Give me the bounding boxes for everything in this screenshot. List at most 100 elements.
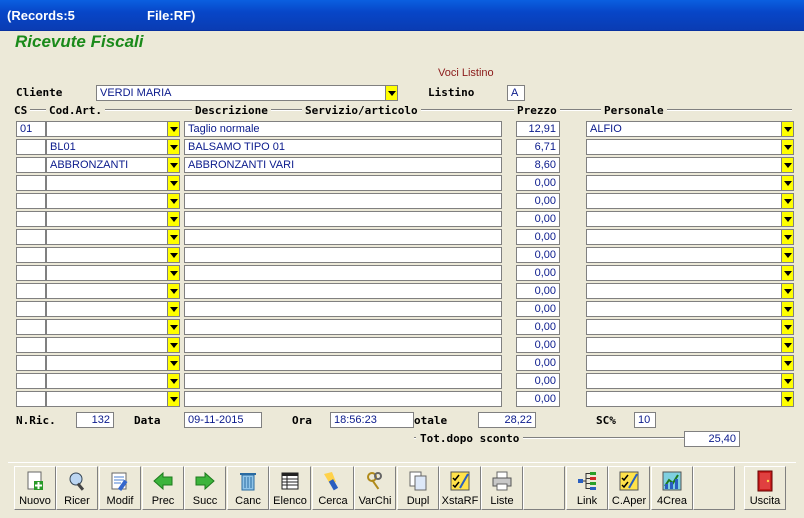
row-cod-field[interactable] <box>46 355 168 371</box>
row-cs-field[interactable] <box>16 265 46 281</box>
row-pers-dropdown[interactable] <box>781 229 794 245</box>
row-cs-field[interactable] <box>16 283 46 299</box>
row-cod-field[interactable] <box>46 265 168 281</box>
tot-dopo-field[interactable]: 25,40 <box>684 431 740 447</box>
row-cod-field[interactable] <box>46 175 168 191</box>
4crea-button[interactable]: 4Crea <box>651 466 693 510</box>
row-prezzo-field[interactable]: 12,91 <box>516 121 560 137</box>
row-cs-field[interactable] <box>16 337 46 353</box>
row-pers-dropdown[interactable] <box>781 121 794 137</box>
row-prezzo-field[interactable]: 0,00 <box>516 391 560 407</box>
title-bar[interactable]: (Records:5 File:RF) <box>0 0 804 31</box>
uscita-button[interactable]: Uscita <box>744 466 786 510</box>
row-cs-field[interactable] <box>16 175 46 191</box>
row-cs-field[interactable] <box>16 157 46 173</box>
row-pers-field[interactable] <box>586 283 782 299</box>
nric-field[interactable]: 132 <box>76 412 114 428</box>
row-cod-dropdown[interactable] <box>167 121 180 137</box>
row-pers-field[interactable] <box>586 247 782 263</box>
row-cod-field[interactable]: BL01 <box>46 139 168 155</box>
row-cod-dropdown[interactable] <box>167 355 180 371</box>
row-pers-dropdown[interactable] <box>781 283 794 299</box>
row-desc-field[interactable]: ABBRONZANTI VARI <box>184 157 502 173</box>
row-pers-dropdown[interactable] <box>781 193 794 209</box>
row-cod-field[interactable] <box>46 337 168 353</box>
row-prezzo-field[interactable]: 0,00 <box>516 229 560 245</box>
row-cs-field[interactable] <box>16 229 46 245</box>
row-cod-dropdown[interactable] <box>167 391 180 407</box>
ricer-button[interactable]: Ricer <box>56 466 98 510</box>
row-cod-field[interactable] <box>46 121 168 137</box>
row-prezzo-field[interactable]: 0,00 <box>516 373 560 389</box>
varchi-button[interactable]: VarChi <box>354 466 396 510</box>
row-prezzo-field[interactable]: 6,71 <box>516 139 560 155</box>
link-button[interactable]: Link <box>566 466 608 510</box>
row-desc-field[interactable]: BALSAMO TIPO 01 <box>184 139 502 155</box>
row-cod-field[interactable] <box>46 301 168 317</box>
row-desc-field[interactable] <box>184 193 502 209</box>
row-desc-field[interactable] <box>184 229 502 245</box>
row-pers-field[interactable] <box>586 319 782 335</box>
row-desc-field[interactable] <box>184 337 502 353</box>
row-cs-field[interactable] <box>16 373 46 389</box>
row-desc-field[interactable]: Taglio normale <box>184 121 502 137</box>
row-cs-field[interactable]: 01 <box>16 121 46 137</box>
row-prezzo-field[interactable]: 0,00 <box>516 193 560 209</box>
row-cod-field[interactable] <box>46 229 168 245</box>
row-pers-field[interactable] <box>586 265 782 281</box>
row-prezzo-field[interactable]: 0,00 <box>516 337 560 353</box>
cerca-button[interactable]: Cerca <box>312 466 354 510</box>
caper-button[interactable]: C.Aper <box>608 466 650 510</box>
row-pers-field[interactable] <box>586 175 782 191</box>
row-pers-field[interactable] <box>586 337 782 353</box>
row-pers-dropdown[interactable] <box>781 355 794 371</box>
row-cod-dropdown[interactable] <box>167 337 180 353</box>
xstarf-button[interactable]: XstaRF <box>439 466 481 510</box>
row-prezzo-field[interactable]: 0,00 <box>516 319 560 335</box>
row-prezzo-field[interactable]: 8,60 <box>516 157 560 173</box>
row-pers-field[interactable] <box>586 355 782 371</box>
row-pers-dropdown[interactable] <box>781 175 794 191</box>
row-desc-field[interactable] <box>184 373 502 389</box>
row-cod-dropdown[interactable] <box>167 319 180 335</box>
row-cod-field[interactable] <box>46 193 168 209</box>
row-prezzo-field[interactable]: 0,00 <box>516 355 560 371</box>
row-cod-field[interactable] <box>46 319 168 335</box>
row-desc-field[interactable] <box>184 247 502 263</box>
row-desc-field[interactable] <box>184 319 502 335</box>
row-pers-dropdown[interactable] <box>781 319 794 335</box>
row-pers-field[interactable] <box>586 391 782 407</box>
row-cod-dropdown[interactable] <box>167 247 180 263</box>
row-cs-field[interactable] <box>16 355 46 371</box>
row-cod-dropdown[interactable] <box>167 139 180 155</box>
row-pers-dropdown[interactable] <box>781 373 794 389</box>
row-cod-dropdown[interactable] <box>167 157 180 173</box>
cliente-field[interactable]: VERDI MARIA <box>96 85 386 101</box>
row-pers-dropdown[interactable] <box>781 139 794 155</box>
elenco-button[interactable]: Elenco <box>269 466 311 510</box>
listino-field[interactable]: A <box>507 85 525 101</box>
row-cs-field[interactable] <box>16 211 46 227</box>
row-desc-field[interactable] <box>184 301 502 317</box>
row-pers-field[interactable] <box>586 157 782 173</box>
row-cod-field[interactable] <box>46 247 168 263</box>
sc-field[interactable]: 10 <box>634 412 656 428</box>
row-cs-field[interactable] <box>16 301 46 317</box>
row-pers-field[interactable] <box>586 139 782 155</box>
row-desc-field[interactable] <box>184 175 502 191</box>
row-cod-dropdown[interactable] <box>167 175 180 191</box>
row-cod-dropdown[interactable] <box>167 283 180 299</box>
row-prezzo-field[interactable]: 0,00 <box>516 211 560 227</box>
row-cod-dropdown[interactable] <box>167 193 180 209</box>
row-prezzo-field[interactable]: 0,00 <box>516 247 560 263</box>
row-cod-dropdown[interactable] <box>167 373 180 389</box>
row-cod-field[interactable] <box>46 283 168 299</box>
row-pers-field[interactable] <box>586 193 782 209</box>
row-cs-field[interactable] <box>16 139 46 155</box>
row-cs-field[interactable] <box>16 319 46 335</box>
cliente-dropdown[interactable] <box>385 85 398 101</box>
succ-button[interactable]: Succ <box>184 466 226 510</box>
row-desc-field[interactable] <box>184 391 502 407</box>
dupl-button[interactable]: Dupl <box>397 466 439 510</box>
ora-field[interactable]: 18:56:23 <box>330 412 414 428</box>
